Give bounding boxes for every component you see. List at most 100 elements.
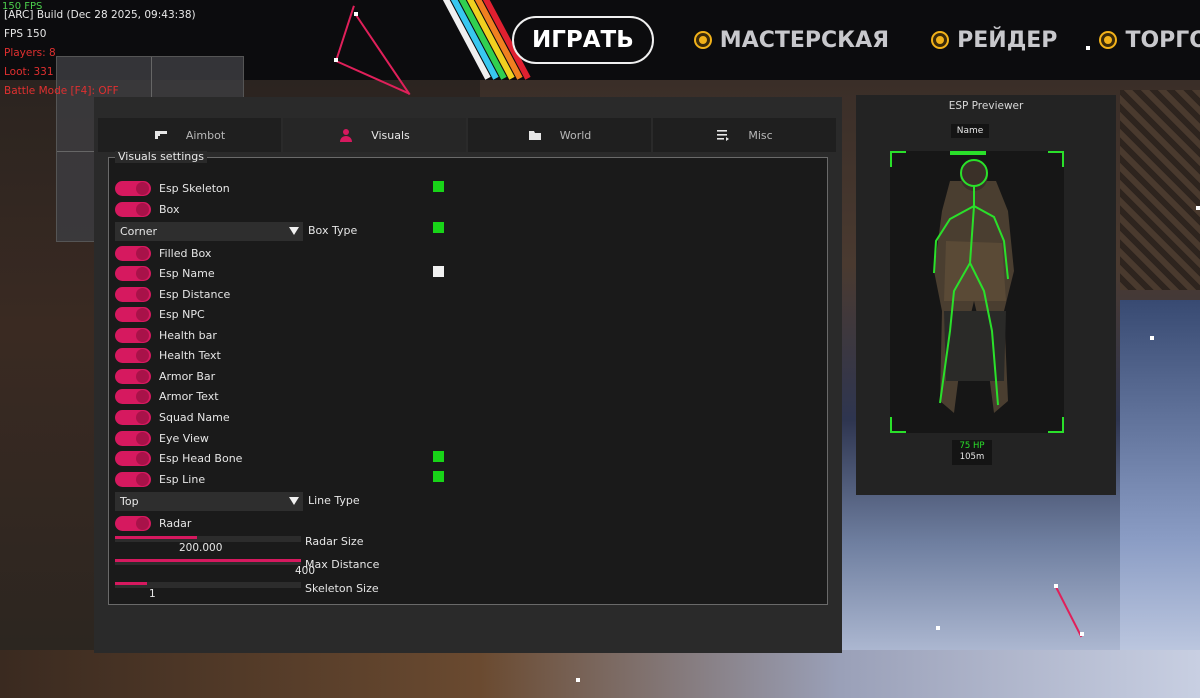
box-color-swatch[interactable] bbox=[433, 222, 444, 233]
esp-health-bar bbox=[950, 151, 986, 155]
toggle-switch[interactable] bbox=[115, 265, 151, 281]
toggle-switch[interactable] bbox=[115, 409, 151, 425]
toggle-label: Esp Line bbox=[159, 472, 206, 486]
esp-npc-toggle[interactable]: Esp NPC bbox=[115, 306, 205, 322]
tab-label: Aimbot bbox=[185, 128, 226, 142]
max-distance-label: Max Distance bbox=[305, 558, 380, 571]
fps-counter: FPS 150 bbox=[4, 28, 47, 40]
health-bar-toggle[interactable]: Health bar bbox=[115, 327, 217, 343]
toggle-label: Esp NPC bbox=[159, 307, 205, 321]
esp-head-bone-color-swatch[interactable] bbox=[433, 451, 444, 462]
esp-dot bbox=[1054, 584, 1058, 588]
toggle-switch[interactable] bbox=[115, 388, 151, 404]
filled-box-toggle[interactable]: Filled Box bbox=[115, 245, 211, 261]
toggle-switch[interactable] bbox=[115, 368, 151, 384]
toggle-label: Radar bbox=[159, 516, 192, 530]
debug-overlay: 150 FPS [ARC] Build (Dec 28 2025, 09:43:… bbox=[2, 0, 196, 101]
toggle-label: Armor Bar bbox=[159, 369, 216, 383]
toggle-switch[interactable] bbox=[115, 306, 151, 322]
esp-info-tag: 75 HP 105m bbox=[952, 440, 992, 465]
tab-world[interactable]: World bbox=[468, 118, 651, 152]
tab-label: World bbox=[559, 128, 592, 142]
esp-head-bone-toggle[interactable]: Esp Head Bone bbox=[115, 450, 242, 466]
esp-preview-frame bbox=[890, 151, 1064, 433]
toggle-switch[interactable] bbox=[115, 180, 151, 196]
toggle-label: Filled Box bbox=[159, 246, 212, 260]
squad-name-toggle[interactable]: Squad Name bbox=[115, 409, 230, 425]
max-distance-slider[interactable] bbox=[115, 559, 301, 565]
toggle-label: Armor Text bbox=[159, 389, 219, 403]
radar-size-label: Radar Size bbox=[305, 535, 364, 548]
select-value: Corner bbox=[120, 225, 158, 238]
tab-aimbot[interactable]: Aimbot bbox=[98, 118, 281, 152]
toggle-switch[interactable] bbox=[115, 471, 151, 487]
box-type-select[interactable]: Corner bbox=[115, 222, 303, 241]
group-title: Visuals settings bbox=[115, 151, 207, 163]
skeleton-size-value: 1 bbox=[149, 588, 156, 600]
slider-fill bbox=[115, 582, 147, 585]
esp-line-toggle[interactable]: Esp Line bbox=[115, 471, 205, 487]
cheat-menu-window: Aimbot Visuals World Misc Visuals settin… bbox=[94, 97, 842, 653]
eye-view-toggle[interactable]: Eye View bbox=[115, 430, 209, 446]
esp-previewer-title: ESP Previewer bbox=[948, 100, 1024, 112]
toggle-label: Box bbox=[159, 202, 180, 216]
skeleton-size-label: Skeleton Size bbox=[305, 582, 379, 595]
nav-item-label: МАСТЕРСКАЯ bbox=[719, 27, 890, 53]
box-corner-bottom-right bbox=[1048, 417, 1064, 433]
toggle-label: Esp Skeleton bbox=[159, 181, 230, 195]
armor-text-toggle[interactable]: Armor Text bbox=[115, 388, 219, 404]
esp-name-tag: Name bbox=[951, 124, 989, 138]
players-count: Players: 8 bbox=[4, 47, 56, 59]
esp-dot bbox=[1080, 632, 1084, 636]
line-type-select[interactable]: Top bbox=[115, 492, 303, 511]
esp-skeleton-color-swatch[interactable] bbox=[433, 181, 444, 192]
nav-item-traders[interactable]: ТОРГОВЦ bbox=[1101, 28, 1200, 53]
nav-bullet-icon bbox=[1101, 33, 1116, 47]
toggle-switch[interactable] bbox=[115, 450, 151, 466]
esp-previewer-panel: ESP Previewer Name 75 HP 105m bbox=[856, 95, 1116, 495]
toggle-label: Health Text bbox=[159, 348, 221, 362]
loot-count: Loot: 331 bbox=[4, 66, 54, 78]
visuals-settings-group: Visuals settings Esp Skeleton Box Corner… bbox=[108, 151, 828, 605]
esp-dot bbox=[1196, 206, 1200, 210]
tab-misc[interactable]: Misc bbox=[653, 118, 836, 152]
toggle-switch[interactable] bbox=[115, 245, 151, 261]
chevron-down-icon bbox=[289, 497, 299, 505]
box-toggle[interactable]: Box bbox=[115, 201, 179, 217]
play-button[interactable]: ИГРАТЬ bbox=[512, 16, 654, 64]
armor-bar-toggle[interactable]: Armor Bar bbox=[115, 368, 215, 384]
tab-label: Misc bbox=[748, 128, 773, 142]
nav-item-workshop[interactable]: МАСТЕРСКАЯ bbox=[695, 27, 890, 53]
esp-dot bbox=[354, 12, 358, 16]
health-text-toggle[interactable]: Health Text bbox=[115, 347, 221, 363]
gun-icon bbox=[154, 128, 168, 142]
nav-bullet-icon bbox=[695, 33, 710, 47]
background-snow bbox=[1120, 300, 1200, 698]
chevron-down-icon bbox=[289, 227, 299, 235]
esp-distance-toggle[interactable]: Esp Distance bbox=[115, 286, 230, 302]
esp-hp-text: 75 HP bbox=[959, 441, 985, 451]
radar-toggle[interactable]: Radar bbox=[115, 515, 191, 531]
esp-skeleton-overlay bbox=[933, 159, 1009, 406]
toggle-switch[interactable] bbox=[115, 515, 151, 531]
toggle-switch[interactable] bbox=[115, 347, 151, 363]
esp-skeleton-toggle[interactable]: Esp Skeleton bbox=[115, 180, 230, 196]
esp-name-toggle[interactable]: Esp Name bbox=[115, 265, 215, 281]
toggle-switch[interactable] bbox=[115, 327, 151, 343]
user-icon bbox=[339, 128, 353, 142]
toggle-switch[interactable] bbox=[115, 201, 151, 217]
tab-visuals[interactable]: Visuals bbox=[283, 118, 466, 152]
nav-item-raider[interactable]: РЕЙДЕР bbox=[933, 28, 1057, 53]
esp-line-color-swatch[interactable] bbox=[433, 471, 444, 482]
toggle-switch[interactable] bbox=[115, 430, 151, 446]
toggle-label: Squad Name bbox=[159, 410, 230, 424]
slider-fill bbox=[115, 559, 301, 562]
toggle-switch[interactable] bbox=[115, 286, 151, 302]
select-value: Top bbox=[120, 495, 139, 508]
list-icon bbox=[716, 128, 730, 142]
slider-fill bbox=[115, 536, 197, 539]
esp-dot bbox=[576, 678, 580, 682]
esp-distance-text: 105m bbox=[959, 452, 985, 462]
esp-name-color-swatch[interactable] bbox=[433, 266, 444, 277]
skeleton-size-slider[interactable] bbox=[115, 582, 301, 588]
